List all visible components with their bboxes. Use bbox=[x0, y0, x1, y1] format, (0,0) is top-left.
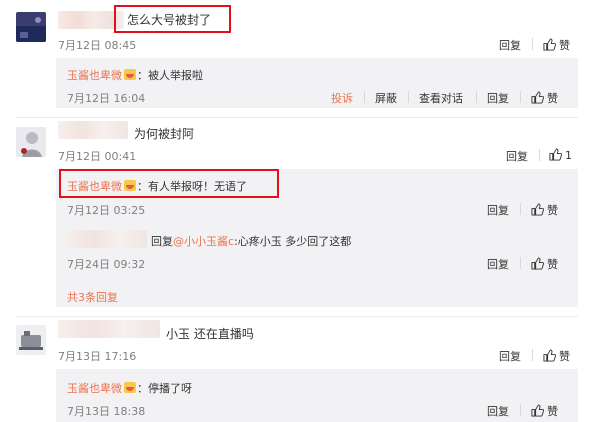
view-conversation-button[interactable]: 查看对话 bbox=[419, 90, 463, 106]
thumbs-up-icon bbox=[543, 38, 556, 51]
avatar-image bbox=[16, 325, 46, 355]
action-separator bbox=[532, 349, 533, 361]
sub-reply-button-2b[interactable]: 回复 bbox=[487, 256, 509, 272]
sub-reply-time-2a: 7月12日 03:25 bbox=[67, 204, 146, 217]
sub-reply-text-3: 玉酱也卑微 ：停播了呀 bbox=[67, 380, 192, 396]
comment-divider bbox=[16, 117, 578, 118]
thumbs-up-icon bbox=[531, 404, 544, 417]
sub-reply-content: ：停播了呀 bbox=[137, 382, 192, 395]
user-avatar-2[interactable] bbox=[16, 127, 46, 157]
like-label: 赞 bbox=[547, 92, 558, 105]
like-label: 赞 bbox=[547, 405, 558, 418]
avatar-image bbox=[16, 12, 46, 42]
reply-button-3[interactable]: 回复 bbox=[499, 348, 521, 364]
user-avatar-3[interactable] bbox=[16, 325, 46, 355]
action-separator bbox=[539, 149, 540, 161]
sub-reply-content: ：有人举报呀！无语了 bbox=[137, 180, 247, 193]
thumbs-up-icon bbox=[531, 257, 544, 270]
sub-reply-content: :心疼小玉 多少回了这都 bbox=[234, 235, 352, 248]
action-separator bbox=[520, 91, 521, 103]
reply-button-2[interactable]: 回复 bbox=[506, 148, 528, 164]
sub-like-button-3[interactable]: 赞 bbox=[531, 403, 558, 419]
action-separator bbox=[520, 257, 521, 269]
author-link[interactable]: 玉酱也卑微 bbox=[67, 180, 122, 193]
comment-time-2: 7月12日 00:41 bbox=[58, 150, 137, 163]
thumbs-up-icon bbox=[531, 203, 544, 216]
crown-badge-icon bbox=[124, 69, 136, 80]
report-button[interactable]: 投诉 bbox=[331, 90, 353, 106]
reply-button-1[interactable]: 回复 bbox=[499, 37, 521, 53]
comment-time-1: 7月12日 08:45 bbox=[58, 39, 137, 52]
like-button-3[interactable]: 赞 bbox=[543, 348, 570, 364]
block-button[interactable]: 屏蔽 bbox=[375, 90, 397, 106]
thumbs-up-icon bbox=[543, 349, 556, 362]
like-count-2: 1 bbox=[565, 149, 572, 162]
action-separator bbox=[520, 404, 521, 416]
comment-text-2: 为何被封阿 bbox=[134, 127, 195, 141]
sub-reply-time-3: 7月13日 18:38 bbox=[67, 405, 146, 418]
comment-divider bbox=[16, 316, 578, 317]
sub-reply-button-2a[interactable]: 回复 bbox=[487, 202, 509, 218]
like-label: 赞 bbox=[547, 258, 558, 271]
like-button-2[interactable]: 1 bbox=[549, 148, 572, 162]
action-separator bbox=[364, 91, 365, 103]
crown-badge-icon bbox=[124, 180, 136, 191]
sub-like-button-2a[interactable]: 赞 bbox=[531, 202, 558, 218]
more-replies-link[interactable]: 共3条回复 bbox=[67, 289, 118, 305]
action-separator bbox=[520, 203, 521, 215]
crown-badge-icon bbox=[124, 382, 136, 393]
sub-reply-button-3[interactable]: 回复 bbox=[487, 403, 509, 419]
author-link[interactable]: 玉酱也卑微 bbox=[67, 69, 122, 82]
comment-text-3: 小玉 还在直播吗 bbox=[166, 327, 254, 341]
username-redacted-2[interactable] bbox=[58, 121, 128, 139]
username-redacted-2b[interactable] bbox=[67, 230, 147, 248]
sub-reply-time-1: 7月12日 16:04 bbox=[67, 92, 146, 105]
comment-time-3: 7月13日 17:16 bbox=[58, 350, 137, 363]
reply-prefix: 回复 bbox=[151, 235, 173, 248]
sub-like-button-1[interactable]: 赞 bbox=[531, 90, 558, 106]
avatar-image bbox=[16, 127, 46, 157]
sub-like-button-2b[interactable]: 赞 bbox=[531, 256, 558, 272]
author-link[interactable]: 玉酱也卑微 bbox=[67, 382, 122, 395]
comment-text-1: 怎么大号被封了 bbox=[127, 13, 212, 27]
action-separator bbox=[476, 91, 477, 103]
like-label: 赞 bbox=[547, 204, 558, 217]
sub-reply-text-1: 玉酱也卑微 ：被人举报啦 bbox=[67, 67, 203, 83]
action-separator bbox=[532, 38, 533, 50]
sub-reply-text-2b: 回复@小小玉酱c:心疼小玉 多少回了这都 bbox=[151, 233, 351, 249]
sub-reply-button-1[interactable]: 回复 bbox=[487, 90, 509, 106]
thumbs-up-icon bbox=[531, 91, 544, 104]
action-separator bbox=[408, 91, 409, 103]
sub-reply-time-2b: 7月24日 09:32 bbox=[67, 258, 146, 271]
like-label-3: 赞 bbox=[559, 350, 570, 363]
sub-reply-text-2a: 玉酱也卑微 ：有人举报呀！无语了 bbox=[67, 178, 247, 194]
mention-link[interactable]: @小小玉酱c bbox=[173, 235, 234, 248]
user-avatar-1[interactable] bbox=[16, 12, 46, 42]
like-button-1[interactable]: 赞 bbox=[543, 37, 570, 53]
username-redacted-3[interactable] bbox=[58, 320, 160, 338]
thumbs-up-icon bbox=[549, 148, 562, 161]
like-label-1: 赞 bbox=[559, 39, 570, 52]
sub-reply-content: ：被人举报啦 bbox=[137, 69, 203, 82]
